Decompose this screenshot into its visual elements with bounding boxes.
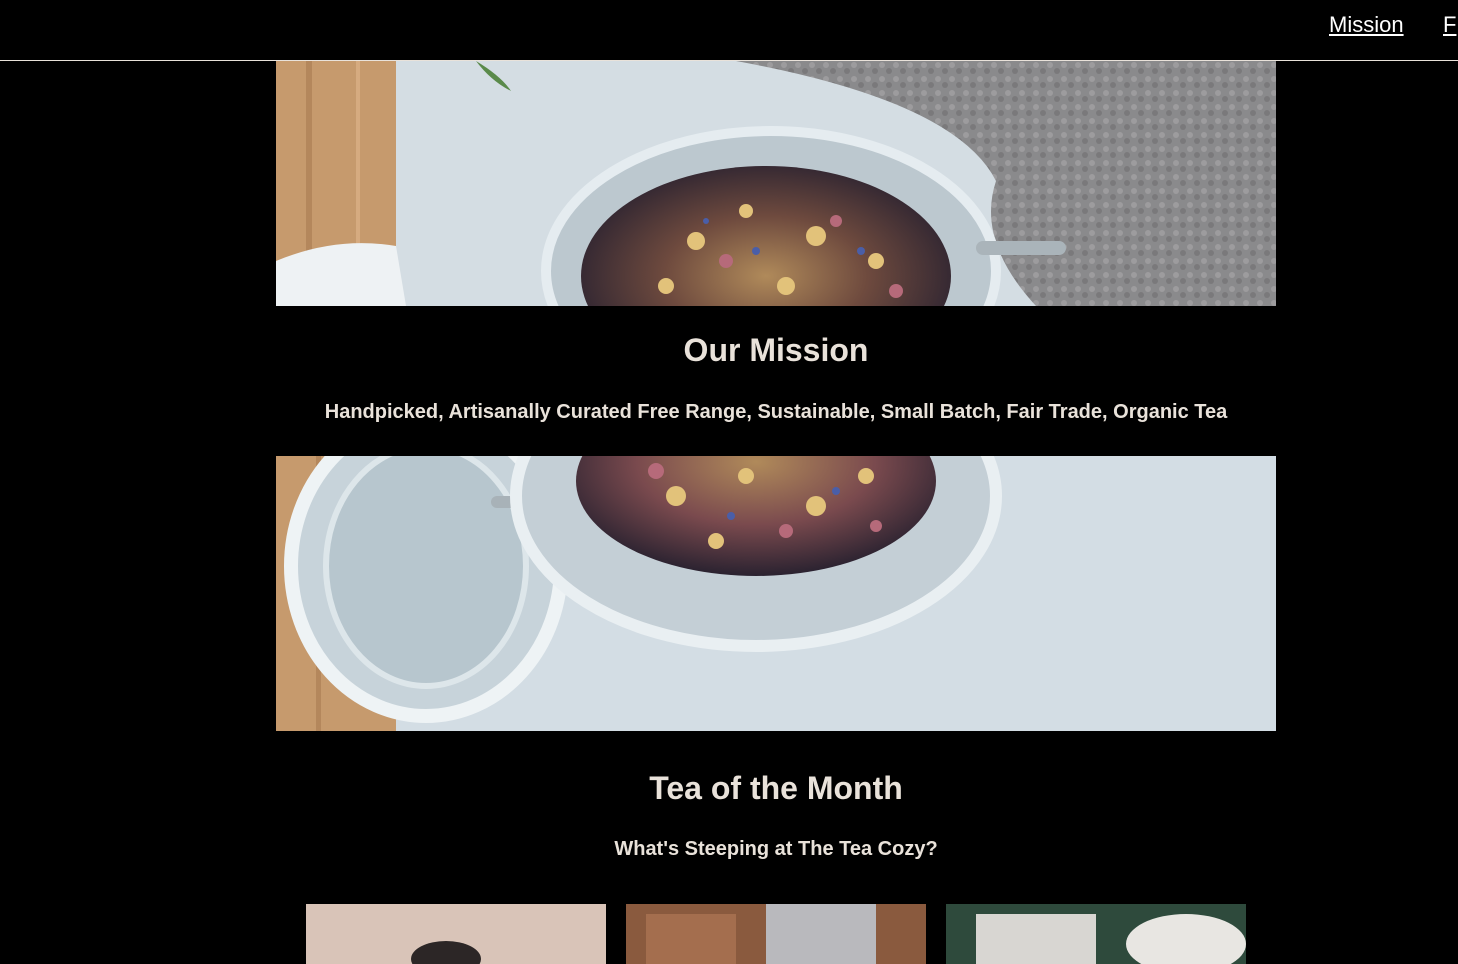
nav-link-mission[interactable]: Mission <box>1329 12 1404 38</box>
hero-image-open-jar <box>276 456 1276 731</box>
tea-of-month-subtitle: What's Steeping at The Tea Cozy? <box>614 838 938 860</box>
tea-thumbnail-3[interactable] <box>946 904 1246 964</box>
nav-link-featured[interactable]: F <box>1443 12 1456 38</box>
top-nav-bar: Mission F <box>0 0 1458 61</box>
tea-of-month-title: Tea of the Month <box>649 770 903 806</box>
tea-thumbnail-1[interactable] <box>306 904 606 964</box>
mission-title: Our Mission <box>683 332 869 368</box>
hero-image-tea-jar <box>276 61 1276 306</box>
tea-thumbnail-2[interactable] <box>626 904 926 964</box>
mission-subtitle: Handpicked, Artisanally Curated Free Ran… <box>324 401 1228 423</box>
